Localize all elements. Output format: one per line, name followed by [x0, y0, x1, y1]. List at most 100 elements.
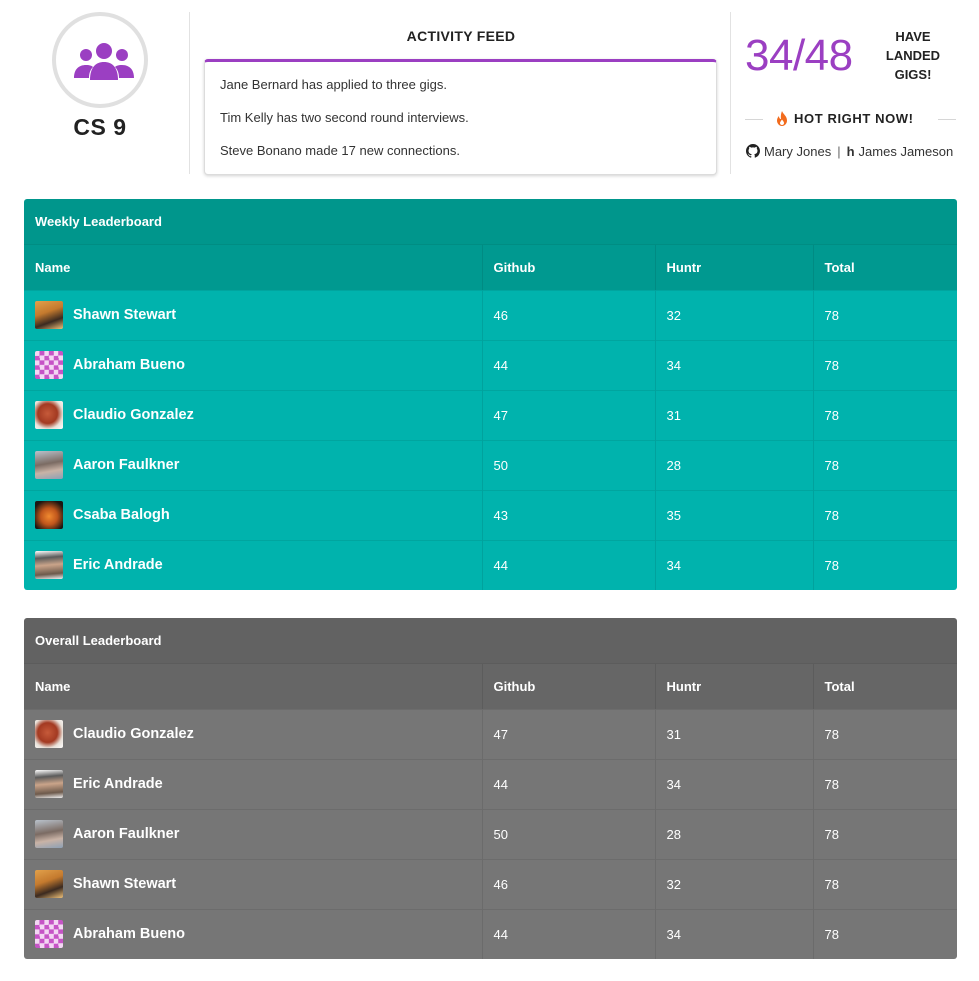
- student-name[interactable]: Abraham Bueno: [73, 357, 185, 373]
- huntr-score: 34: [655, 758, 814, 809]
- huntr-score: 34: [655, 539, 814, 590]
- table-row[interactable]: Claudio Gonzalez 47 31 78: [24, 389, 957, 440]
- total-score: 78: [813, 908, 957, 959]
- huntr-score: 34: [655, 339, 814, 390]
- github-icon: [746, 144, 764, 158]
- overall-leaderboard-title: Overall Leaderboard: [24, 618, 957, 664]
- github-score: 46: [482, 858, 656, 909]
- student-name[interactable]: Csaba Balogh: [73, 507, 170, 523]
- class-avatar: [52, 12, 148, 108]
- name-cell: Claudio Gonzalez: [24, 708, 483, 759]
- github-score: 50: [482, 439, 656, 490]
- table-row[interactable]: Eric Andrade 44 34 78: [24, 539, 957, 590]
- total-score: 78: [813, 289, 957, 340]
- total-score: 78: [813, 439, 957, 490]
- column-header-huntr[interactable]: Huntr: [655, 664, 814, 709]
- overall-leaderboard: Overall Leaderboard Name Github Huntr To…: [24, 618, 957, 959]
- table-row[interactable]: Shawn Stewart 46 32 78: [24, 858, 957, 909]
- avatar: [35, 401, 63, 429]
- hot-github-person: Mary Jones: [764, 143, 832, 159]
- weekly-leaderboard: Weekly Leaderboard Name Github Huntr Tot…: [24, 199, 957, 590]
- column-header-total[interactable]: Total: [813, 664, 957, 709]
- total-score: 78: [813, 389, 957, 440]
- student-name[interactable]: Claudio Gonzalez: [73, 407, 194, 423]
- column-header-total[interactable]: Total: [813, 245, 957, 290]
- total-score: 78: [813, 539, 957, 590]
- column-header-huntr[interactable]: Huntr: [655, 245, 814, 290]
- name-cell: Abraham Bueno: [24, 339, 483, 390]
- avatar: [35, 301, 63, 329]
- avatar: [35, 501, 63, 529]
- table-row[interactable]: Abraham Bueno 44 34 78: [24, 908, 957, 959]
- student-name[interactable]: Shawn Stewart: [73, 876, 176, 892]
- feed-item: Steve Bonano made 17 new connections.: [220, 143, 460, 158]
- github-score: 44: [482, 339, 656, 390]
- table-row[interactable]: Abraham Bueno 44 34 78: [24, 339, 957, 390]
- student-name[interactable]: Eric Andrade: [73, 557, 163, 573]
- weekly-leaderboard-title: Weekly Leaderboard: [24, 199, 957, 245]
- huntr-score: 31: [655, 389, 814, 440]
- student-name[interactable]: Eric Andrade: [73, 776, 163, 792]
- total-score: 78: [813, 339, 957, 390]
- table-row[interactable]: Aaron Faulkner 50 28 78: [24, 808, 957, 859]
- gigs-landed-label: HAVE LANDED GIGS!: [885, 29, 941, 82]
- users-icon: [74, 43, 134, 80]
- overall-leaderboard-table: Name Github Huntr Total Claudio Gonzalez…: [24, 664, 957, 959]
- avatar: [35, 770, 63, 798]
- gigs-landed-count: 34/48: [745, 31, 853, 80]
- total-score: 78: [813, 708, 957, 759]
- column-header-github[interactable]: Github: [482, 245, 656, 290]
- huntr-score: 31: [655, 708, 814, 759]
- table-row[interactable]: Shawn Stewart 46 32 78: [24, 289, 957, 340]
- avatar: [35, 870, 63, 898]
- name-cell: Aaron Faulkner: [24, 439, 483, 490]
- huntr-score: 28: [655, 808, 814, 859]
- avatar: [35, 820, 63, 848]
- huntr-score: 28: [655, 439, 814, 490]
- hot-huntr-person: James Jameson: [858, 143, 954, 159]
- huntr-score: 32: [655, 858, 814, 909]
- student-name[interactable]: Claudio Gonzalez: [73, 726, 194, 742]
- github-score: 43: [482, 489, 656, 540]
- student-name[interactable]: Shawn Stewart: [73, 307, 176, 323]
- table-header-row: Name Github Huntr Total: [24, 664, 957, 709]
- feed-item: Tim Kelly has two second round interview…: [220, 110, 469, 125]
- divider: [938, 119, 956, 120]
- total-score: 78: [813, 858, 957, 909]
- separator: |: [837, 143, 841, 159]
- column-header-github[interactable]: Github: [482, 664, 656, 709]
- dashboard-header: CS 9 ACTIVITY FEED Jane Bernard has appl…: [0, 0, 979, 190]
- github-score: 46: [482, 289, 656, 340]
- table-row[interactable]: Aaron Faulkner 50 28 78: [24, 439, 957, 490]
- student-name[interactable]: Abraham Bueno: [73, 926, 185, 942]
- student-name[interactable]: Aaron Faulkner: [73, 457, 179, 473]
- table-row[interactable]: Claudio Gonzalez 47 31 78: [24, 708, 957, 759]
- weekly-leaderboard-table: Name Github Huntr Total Shawn Stewart 46…: [24, 245, 957, 590]
- name-cell: Shawn Stewart: [24, 289, 483, 340]
- column-header-name[interactable]: Name: [24, 664, 483, 709]
- hot-label: HOT RIGHT NOW!: [794, 110, 914, 126]
- feed-item: Jane Bernard has applied to three gigs.: [220, 77, 447, 92]
- activity-feed-title: ACTIVITY FEED: [406, 28, 516, 44]
- table-row[interactable]: Eric Andrade 44 34 78: [24, 758, 957, 809]
- avatar: [35, 551, 63, 580]
- activity-feed: Jane Bernard has applied to three gigs. …: [204, 59, 717, 175]
- flame-icon: [777, 110, 787, 126]
- avatar: [35, 920, 63, 949]
- name-cell: Claudio Gonzalez: [24, 389, 483, 440]
- column-header-name[interactable]: Name: [24, 245, 483, 290]
- total-score: 78: [813, 758, 957, 809]
- total-score: 78: [813, 808, 957, 859]
- github-score: 47: [482, 389, 656, 440]
- table-row[interactable]: Csaba Balogh 43 35 78: [24, 489, 957, 540]
- hot-right-now: HOT RIGHT NOW!: [776, 108, 914, 128]
- huntr-score: 34: [655, 908, 814, 959]
- github-score: 44: [482, 758, 656, 809]
- divider: [730, 12, 731, 174]
- student-name[interactable]: Aaron Faulkner: [73, 826, 179, 842]
- name-cell: Aaron Faulkner: [24, 808, 483, 859]
- class-name: CS 9: [73, 114, 127, 140]
- github-score: 47: [482, 708, 656, 759]
- avatar: [35, 720, 63, 748]
- name-cell: Shawn Stewart: [24, 858, 483, 909]
